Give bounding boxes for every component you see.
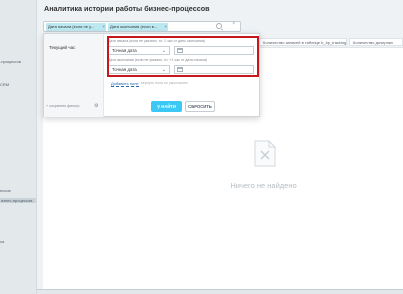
gear-icon[interactable]: ⚙ <box>94 103 98 109</box>
filter-chip-label: Дата окончания (если в... <box>110 24 158 29</box>
sidebar-item-bp-analytics[interactable]: изнес-процессов <box>0 198 36 203</box>
chip-remove-icon[interactable]: × <box>164 23 167 31</box>
left-sidebar: -процессов CRM ессов изнес-процессов ca <box>0 0 37 294</box>
filter-chip-label: Дата начала (если не у... <box>48 24 95 29</box>
find-button-label: НАЙТИ <box>161 104 176 109</box>
preset-current-hour[interactable]: Текущий час <box>49 45 75 50</box>
add-field-link[interactable]: Добавить поле <box>111 81 139 87</box>
clear-icon[interactable]: × <box>232 21 236 27</box>
search-icon[interactable] <box>216 23 222 29</box>
find-button[interactable]: ⚲ НАЙТИ <box>151 101 182 112</box>
save-filter-link[interactable]: + сохранить фильтр <box>46 104 80 108</box>
star-icon[interactable]: ☆ <box>184 4 190 12</box>
sidebar-item-processes[interactable]: -процессов <box>0 59 21 64</box>
empty-state-text: Ничего не найдено <box>230 181 297 190</box>
sidebar-item-processes-2[interactable]: ессов <box>0 188 11 193</box>
filter-chip-start-date[interactable]: Дата начала (если не у... × <box>46 23 106 31</box>
chip-remove-icon[interactable]: × <box>102 23 105 31</box>
sidebar-item-misc[interactable]: ca <box>0 239 4 244</box>
highlight-frame <box>107 36 259 77</box>
column-header-children[interactable]: Количество дочерних <box>349 38 403 46</box>
restore-default-fields-link[interactable]: вернуть поля по умолчанию <box>141 81 188 85</box>
preset-list: Текущий час + сохранить фильтр ⚙ <box>44 34 104 117</box>
filter-search-bar[interactable]: Дата начала (если не у... × Дата окончан… <box>43 21 241 32</box>
empty-document-icon <box>254 140 276 167</box>
sidebar-item-crm[interactable]: CRM <box>0 82 9 87</box>
filter-chip-end-date[interactable]: Дата окончания (если в... × <box>108 23 168 31</box>
column-header-records[interactable]: Количество записей в таблице b_bp_tracki… <box>259 38 347 46</box>
page-header: Аналитика истории работы бизнес-процессо… <box>37 0 403 20</box>
reset-button[interactable]: СБРОСИТЬ <box>185 101 215 112</box>
bottom-bar <box>37 289 403 294</box>
